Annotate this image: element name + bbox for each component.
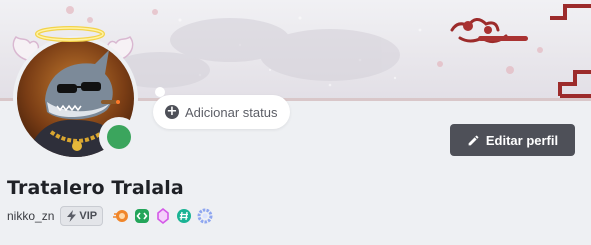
online-status-dot xyxy=(107,125,131,149)
thought-bubble-tail xyxy=(155,87,165,97)
halo-decoration-icon xyxy=(35,26,105,42)
add-status-label: Adicionar status xyxy=(185,104,278,120)
profile-meta-row: nikko_zn VIP xyxy=(7,206,213,226)
lightning-icon xyxy=(67,210,77,222)
display-name: Tratalero Tralala xyxy=(7,177,184,199)
quest-ring-badge-icon[interactable] xyxy=(197,208,213,224)
badge-list xyxy=(113,208,213,224)
username[interactable]: nikko_zn xyxy=(7,209,54,223)
vip-label: VIP xyxy=(79,210,98,222)
edit-profile-label: Editar perfil xyxy=(485,132,559,148)
boost-gem-badge-icon[interactable] xyxy=(155,208,171,224)
plus-circle-icon: + xyxy=(165,104,179,119)
active-developer-badge-icon[interactable] xyxy=(134,208,150,224)
vip-tag[interactable]: VIP xyxy=(60,206,104,226)
online-status-indicator xyxy=(99,117,139,157)
nitro-badge-icon[interactable] xyxy=(113,208,129,224)
add-status-button[interactable]: + Adicionar status xyxy=(153,87,290,129)
pencil-icon xyxy=(468,135,479,145)
avatar-container[interactable] xyxy=(6,22,140,161)
edit-profile-button[interactable]: Editar perfil xyxy=(450,124,575,156)
hashtag-badge-icon[interactable] xyxy=(176,208,192,224)
